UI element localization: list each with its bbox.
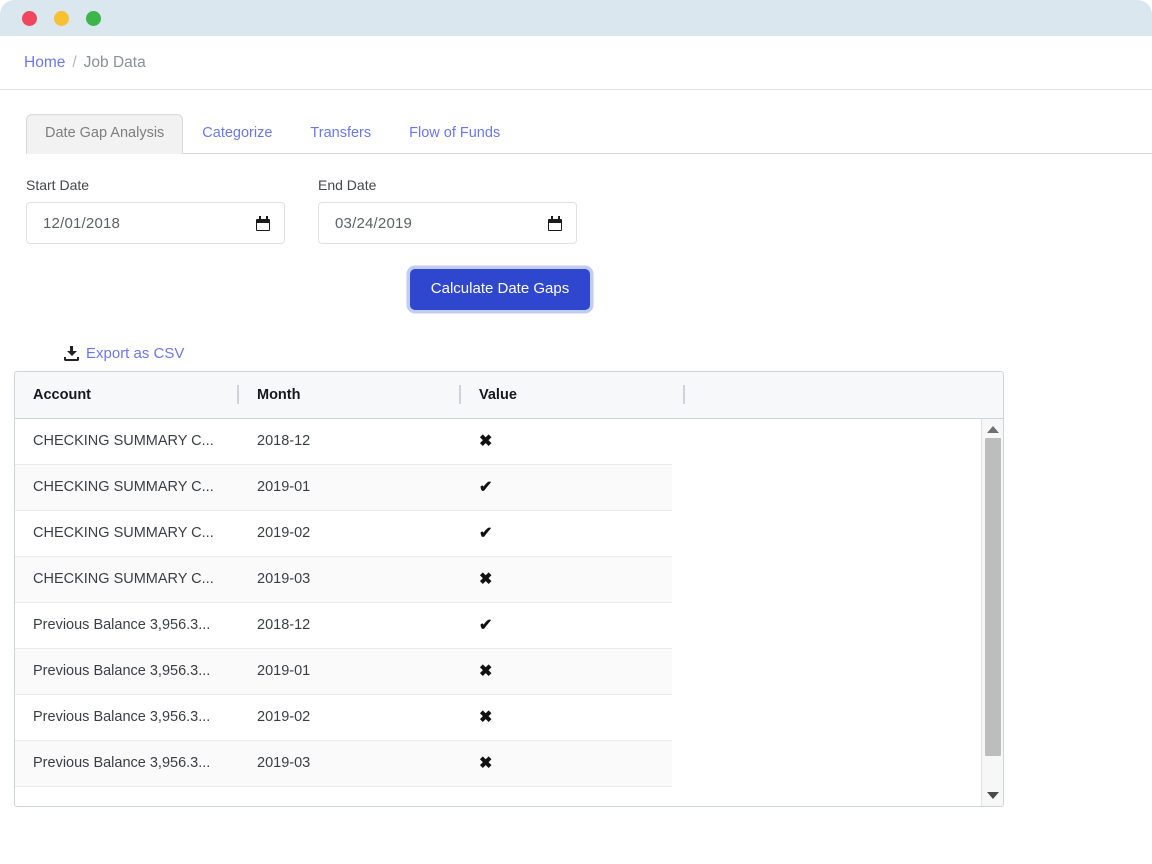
scroll-up-arrow-icon[interactable] — [986, 425, 999, 433]
table-row[interactable]: Previous Balance 3,956.3... 2019-03 ✖ — [15, 740, 672, 787]
calculate-date-gaps-button[interactable]: Calculate Date Gaps — [409, 269, 591, 310]
cell-month: 2018-12 — [257, 433, 311, 449]
table-body-viewport: CHECKING SUMMARY C... 2018-12 ✖ CHECKING… — [15, 418, 1003, 806]
cell-month: 2019-01 — [257, 479, 311, 495]
export-csv-link[interactable]: Export as CSV — [86, 345, 184, 362]
cell-month: 2019-01 — [257, 663, 311, 679]
cell-account: Previous Balance 3,956.3... — [33, 709, 211, 725]
cell-account: CHECKING SUMMARY C... — [33, 571, 214, 587]
column-header-month[interactable]: Month — [239, 372, 461, 419]
table-row[interactable]: CHECKING SUMMARY C... 2018-12 ✖ — [15, 418, 672, 465]
column-header-value[interactable]: Value — [461, 372, 685, 419]
download-icon[interactable] — [64, 345, 79, 361]
scroll-down-arrow-icon[interactable] — [986, 791, 999, 799]
cell-value: ✖ — [479, 755, 493, 772]
tab-categorize[interactable]: Categorize — [183, 114, 291, 154]
table-row[interactable]: CHECKING SUMMARY C... 2019-01 ✔ — [15, 464, 672, 511]
cell-month: 2019-02 — [257, 525, 311, 541]
calendar-icon[interactable] — [548, 215, 562, 231]
cell-account: Previous Balance 3,956.3... — [33, 755, 211, 771]
column-header-account[interactable]: Account — [15, 372, 239, 419]
cell-value: ✔ — [479, 479, 493, 496]
end-date-field: End Date 03/24/2019 — [318, 177, 577, 244]
app-window: Home / Job Data Date Gap Analysis Catego… — [0, 0, 1152, 864]
export-csv-row: Export as CSV — [26, 345, 1126, 362]
table-row[interactable]: Previous Balance 3,956.3... 2019-01 ✖ — [15, 648, 672, 695]
breadcrumb-separator: / — [72, 53, 77, 71]
cell-account: CHECKING SUMMARY C... — [33, 433, 214, 449]
close-window-button[interactable] — [22, 10, 37, 26]
cell-month: 2019-03 — [257, 755, 311, 771]
tab-transfers[interactable]: Transfers — [291, 114, 390, 154]
cell-value: ✖ — [479, 663, 493, 680]
table-header-row: Account Month Value — [15, 371, 1003, 419]
start-date-value: 12/01/2018 — [43, 214, 121, 232]
minimize-window-button[interactable] — [54, 10, 69, 26]
date-gap-form: Start Date 12/01/2018 End Date 03/24/201… — [0, 177, 1152, 362]
table-row[interactable]: CHECKING SUMMARY C... 2019-03 ✖ — [15, 556, 672, 603]
cell-value: ✖ — [479, 709, 493, 726]
column-header-value-label: Value — [479, 386, 517, 403]
table-body: CHECKING SUMMARY C... 2018-12 ✖ CHECKING… — [15, 418, 1003, 806]
column-header-month-label: Month — [257, 386, 301, 403]
cell-account: CHECKING SUMMARY C... — [33, 479, 214, 495]
end-date-input[interactable]: 03/24/2019 — [318, 202, 577, 244]
scrollbar-thumb[interactable] — [985, 437, 1001, 756]
tab-bar: Date Gap Analysis Categorize Transfers F… — [0, 113, 1152, 154]
cell-month: 2019-03 — [257, 571, 311, 587]
calendar-icon[interactable] — [256, 215, 270, 231]
cell-account: Previous Balance 3,956.3... — [33, 617, 211, 633]
breadcrumb-home-link[interactable]: Home — [24, 54, 65, 72]
table-vertical-scrollbar[interactable] — [981, 418, 1003, 806]
column-header-account-label: Account — [33, 386, 91, 403]
tab-flow-of-funds[interactable]: Flow of Funds — [390, 114, 519, 154]
table-row[interactable]: CHECKING SUMMARY C... 2019-02 ✔ — [15, 510, 672, 557]
cell-account: CHECKING SUMMARY C... — [33, 525, 214, 541]
cell-value: ✖ — [479, 571, 493, 588]
table-row[interactable]: Previous Balance 3,956.3... 2018-12 ✔ — [15, 602, 672, 649]
end-date-label: End Date — [318, 177, 377, 193]
cell-value: ✖ — [479, 433, 493, 450]
start-date-field: Start Date 12/01/2018 — [26, 177, 285, 244]
cell-account: Previous Balance 3,956.3... — [33, 663, 211, 679]
start-date-input[interactable]: 12/01/2018 — [26, 202, 285, 244]
breadcrumb: Home / Job Data — [0, 36, 1152, 90]
date-gap-table: Account Month Value CHECKING SUMMARY C..… — [14, 370, 1004, 807]
window-titlebar — [0, 0, 1152, 36]
cell-value: ✔ — [479, 525, 493, 542]
column-header-spacer — [685, 372, 1003, 419]
maximize-window-button[interactable] — [86, 10, 101, 26]
table-row[interactable]: Previous Balance 3,956.3... 2019-02 ✖ — [15, 694, 672, 741]
breadcrumb-current-page: Job Data — [83, 53, 146, 71]
cell-month: 2019-02 — [257, 709, 311, 725]
start-date-label: Start Date — [26, 177, 90, 193]
cell-month: 2018-12 — [257, 617, 311, 633]
tab-date-gap-analysis[interactable]: Date Gap Analysis — [26, 113, 184, 154]
cell-value: ✔ — [479, 617, 493, 634]
end-date-value: 03/24/2019 — [335, 214, 413, 232]
